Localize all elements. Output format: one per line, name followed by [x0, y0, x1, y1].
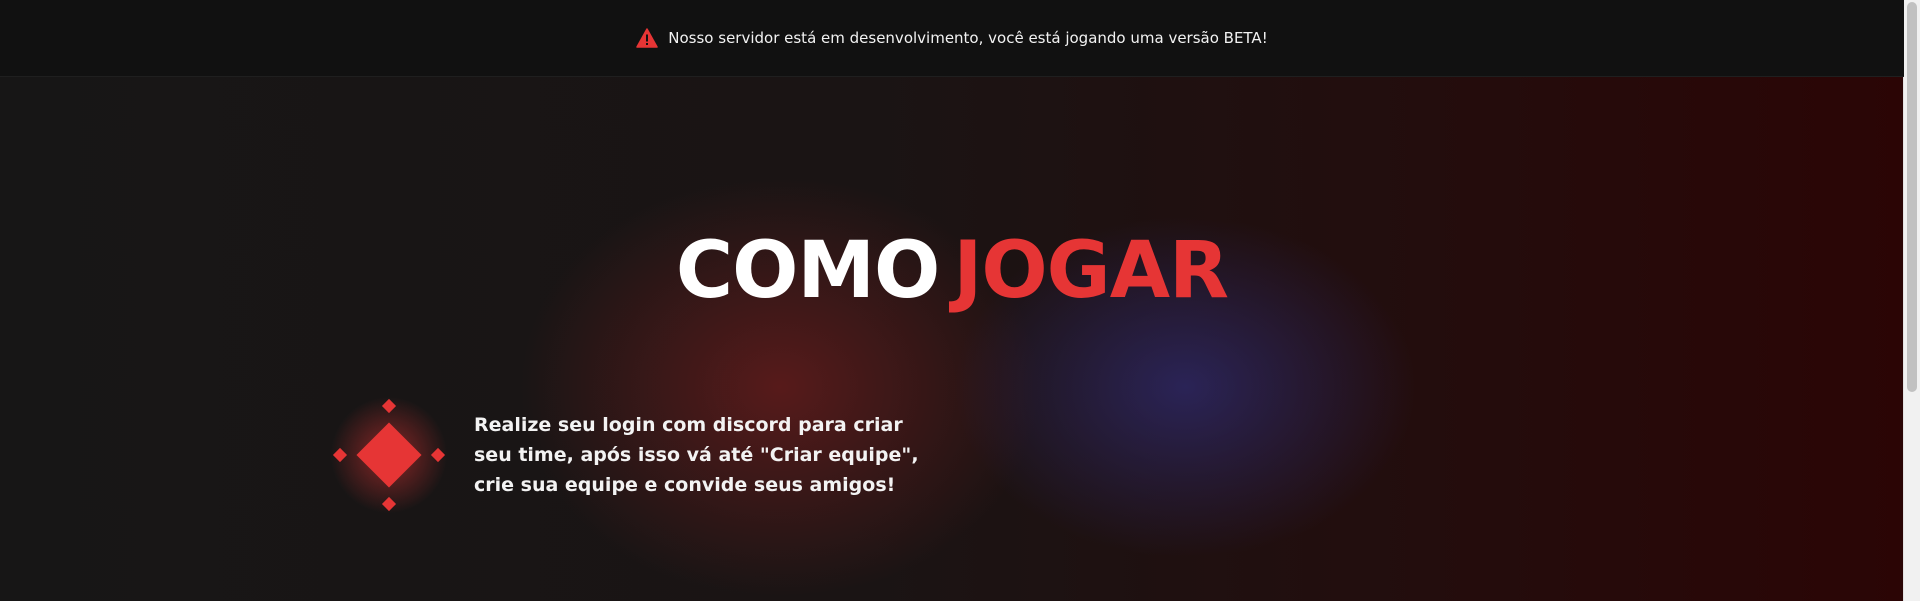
page: Nosso servidor está em desenvolvimento, … — [0, 0, 1904, 601]
how-to-play-section — [0, 77, 1904, 601]
diamond-icon — [330, 396, 448, 514]
warning-triangle-icon — [636, 28, 659, 48]
banner-text: Nosso servidor está em desenvolvimento, … — [668, 29, 1268, 47]
page-title: COMO JOGAR — [0, 226, 1904, 316]
title-red: JOGAR — [953, 226, 1229, 316]
step-text: Realize seu login com discord para criar… — [474, 414, 919, 496]
title-white: COMO — [675, 226, 940, 316]
scrollbar-thumb[interactable] — [1907, 2, 1917, 392]
beta-warning-banner: Nosso servidor está em desenvolvimento, … — [0, 0, 1904, 77]
step-item: Realize seu login com discord para criar… — [330, 396, 944, 514]
scrollbar[interactable] — [1903, 0, 1920, 601]
